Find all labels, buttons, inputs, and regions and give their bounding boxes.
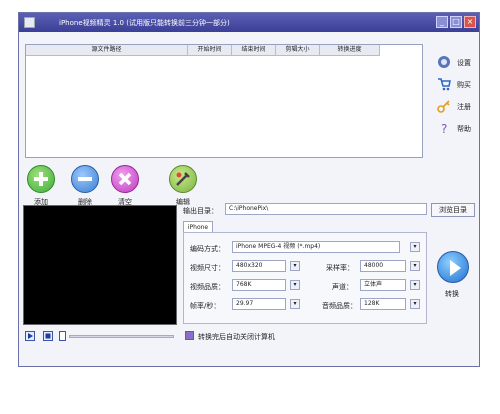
- fps-dropdown-icon[interactable]: ▾: [290, 299, 300, 309]
- help-label: 帮助: [457, 125, 471, 133]
- register-label: 注册: [457, 103, 471, 111]
- column-header-start-time[interactable]: 开始时间: [188, 45, 232, 56]
- column-header-clip-size[interactable]: 剪辑大小: [276, 45, 320, 56]
- video-size-label: 视频尺寸：: [190, 264, 225, 272]
- encoding-select[interactable]: iPhone MPEG-4 视频 (*.mp4): [232, 241, 400, 253]
- sample-rate-label: 采样率：: [326, 264, 354, 272]
- add-button[interactable]: 添加: [23, 165, 59, 209]
- fps-label: 帧率/秒：: [190, 302, 221, 310]
- remove-icon: [71, 165, 99, 193]
- video-size-dropdown-icon[interactable]: ▾: [290, 261, 300, 271]
- stop-icon: [45, 333, 51, 339]
- sample-rate-dropdown-icon[interactable]: ▾: [410, 261, 420, 271]
- clear-icon: [111, 165, 139, 193]
- add-icon: [27, 165, 55, 193]
- column-header-end-time[interactable]: 结束时间: [232, 45, 276, 56]
- window-title: iPhone视频精灵 1.0 (试用版只能转换前三分钟一部分): [59, 19, 230, 27]
- convert-label: 转换: [445, 290, 459, 298]
- register-button[interactable]: 注册: [435, 97, 475, 117]
- buy-button[interactable]: 购买: [435, 75, 475, 95]
- settings-panel: 编码方式： iPhone MPEG-4 视频 (*.mp4) ▾ 视频尺寸： 4…: [183, 232, 427, 324]
- minimize-button[interactable]: _: [436, 16, 448, 28]
- video-preview: [23, 205, 177, 325]
- video-size-select[interactable]: 480x320: [232, 260, 286, 272]
- output-directory-label: 输出目录：: [183, 207, 218, 215]
- settings-label: 设置: [457, 59, 471, 67]
- snapshot-button[interactable]: [59, 331, 66, 341]
- video-quality-label: 视频品质：: [190, 283, 225, 291]
- app-window: iPhone视频精灵 1.0 (试用版只能转换前三分钟一部分) _ □ × 源文…: [18, 12, 480, 367]
- maximize-button[interactable]: □: [450, 16, 462, 28]
- fps-select[interactable]: 29.97: [232, 298, 286, 310]
- sample-rate-select[interactable]: 48000: [360, 260, 406, 272]
- channels-select[interactable]: 立体声: [360, 279, 406, 291]
- video-quality-dropdown-icon[interactable]: ▾: [290, 280, 300, 290]
- audio-quality-dropdown-icon[interactable]: ▾: [410, 299, 420, 309]
- column-header-progress[interactable]: 转换进度: [320, 45, 380, 56]
- audio-quality-select[interactable]: 128K: [360, 298, 406, 310]
- playback-slider[interactable]: [69, 335, 174, 338]
- auto-shutdown-checkbox[interactable]: [185, 331, 194, 340]
- settings-button[interactable]: 设置: [435, 53, 475, 73]
- audio-quality-label: 音频品质：: [322, 302, 357, 310]
- encoding-label: 编码方式：: [190, 245, 225, 253]
- title-bar[interactable]: iPhone视频精灵 1.0 (试用版只能转换前三分钟一部分) _ □ ×: [19, 13, 479, 32]
- play-icon: [28, 333, 33, 339]
- auto-shutdown-label: 转换完后自动关闭计算机: [198, 333, 275, 341]
- output-directory-field[interactable]: C:\iPhonePix\: [225, 203, 427, 215]
- convert-button[interactable]: [437, 251, 469, 283]
- browse-directory-button[interactable]: 浏览目录: [431, 203, 475, 217]
- video-quality-select[interactable]: 768K: [232, 279, 286, 291]
- play-button[interactable]: [25, 331, 35, 341]
- key-icon: [437, 100, 450, 113]
- help-icon: ?: [441, 122, 447, 135]
- edit-icon: [169, 165, 197, 193]
- app-icon: [24, 17, 35, 28]
- settings-icon: [438, 56, 450, 68]
- channels-dropdown-icon[interactable]: ▾: [410, 280, 420, 290]
- close-button[interactable]: ×: [464, 16, 476, 28]
- file-list[interactable]: 源文件路径 开始时间 结束时间 剪辑大小 转换进度: [25, 44, 423, 158]
- stop-button[interactable]: [43, 331, 53, 341]
- clear-button[interactable]: 清空: [107, 165, 143, 209]
- help-button[interactable]: ? 帮助: [435, 119, 475, 139]
- column-header-source-path[interactable]: 源文件路径: [26, 45, 188, 56]
- cart-icon: [438, 78, 451, 91]
- channels-label: 声道：: [332, 283, 353, 291]
- svg-text:?: ?: [441, 122, 447, 135]
- edit-button[interactable]: 编辑: [165, 165, 201, 209]
- buy-label: 购买: [457, 81, 471, 89]
- encoding-dropdown-icon[interactable]: ▾: [410, 242, 420, 252]
- delete-button[interactable]: 删除: [67, 165, 103, 209]
